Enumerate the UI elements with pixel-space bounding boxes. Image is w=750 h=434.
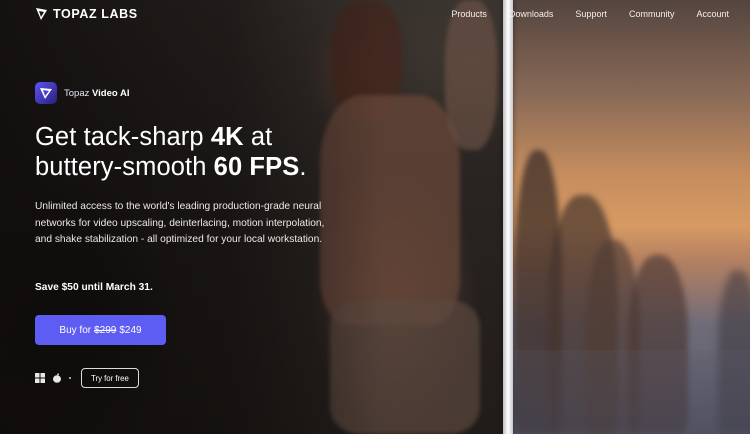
nav-support[interactable]: Support	[575, 9, 607, 19]
main-nav: Products Downloads Support Community Acc…	[451, 9, 729, 19]
buy-button[interactable]: Buy for $299 $249	[35, 315, 166, 345]
nav-products[interactable]: Products	[451, 9, 487, 19]
nav-downloads[interactable]: Downloads	[509, 9, 554, 19]
old-price: $299	[94, 324, 117, 336]
nav-account[interactable]: Account	[696, 9, 729, 19]
topaz-logo-icon	[36, 8, 47, 20]
try-for-free-button[interactable]: Try for free	[81, 368, 139, 388]
nav-community[interactable]: Community	[629, 9, 675, 19]
product-description: Unlimited access to the world's leading …	[35, 201, 325, 245]
top-navigation: TOPAZ LABS Products Downloads Support Co…	[0, 0, 750, 28]
comparison-slider-handle[interactable]	[503, 0, 513, 434]
product-name: Topaz Video AI	[64, 87, 130, 99]
new-price: $249	[119, 324, 142, 336]
apple-icon	[53, 373, 61, 383]
video-ai-icon	[35, 82, 57, 104]
platforms-row: Try for free	[35, 368, 139, 388]
hero-image-original	[508, 0, 750, 434]
windows-icon	[35, 373, 45, 383]
brand[interactable]: TOPAZ LABS	[36, 7, 138, 21]
brand-name: TOPAZ LABS	[53, 7, 138, 21]
page-title: Get tack-sharp 4K at buttery-smooth 60 F…	[35, 123, 307, 181]
product-badge: Topaz Video AI	[35, 82, 129, 104]
promo-text: Save $50 until March 31.	[35, 282, 153, 293]
separator-dot	[69, 377, 71, 379]
